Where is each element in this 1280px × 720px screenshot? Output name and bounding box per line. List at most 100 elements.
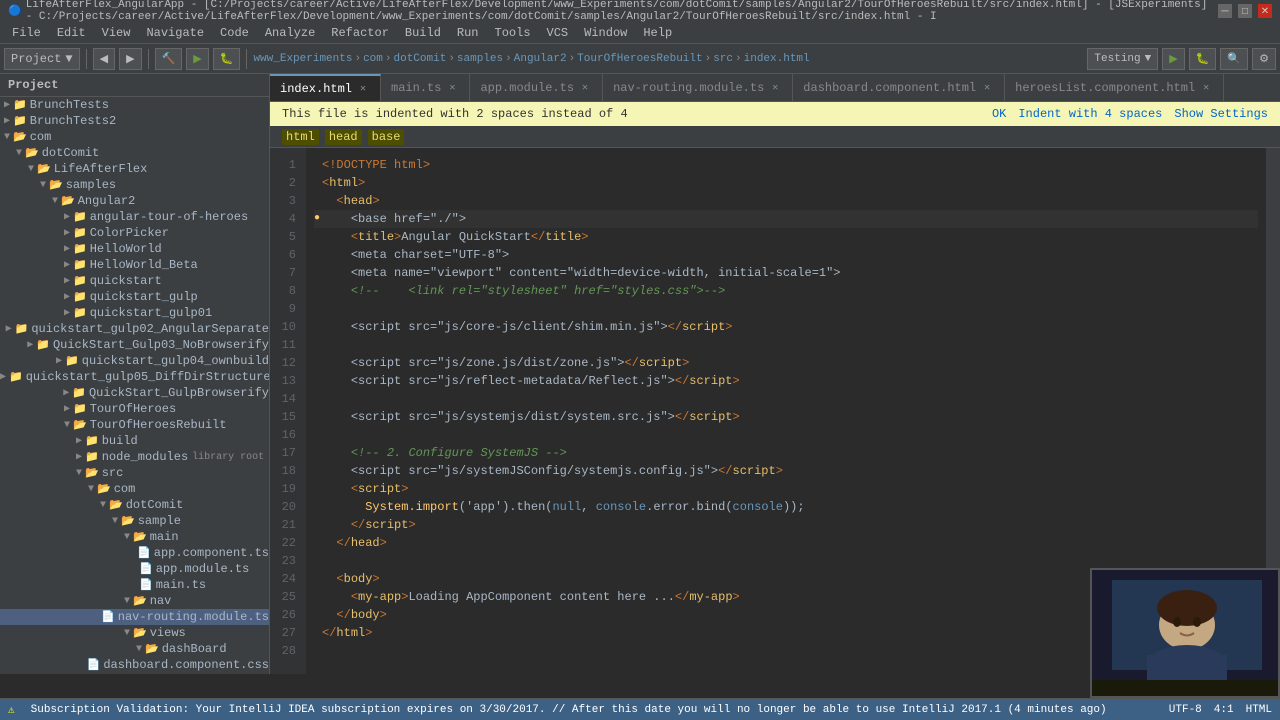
menu-run[interactable]: Run (449, 24, 487, 42)
run-configuration[interactable]: Testing ▼ (1087, 48, 1158, 70)
breadcrumb-base-tag[interactable]: base (368, 129, 405, 145)
build-button[interactable]: 🔨 (155, 48, 183, 70)
tree-item[interactable]: ▼📂com (0, 129, 269, 145)
code-line[interactable]: ● <base href="./"> (314, 210, 1258, 228)
debug-button[interactable]: 🐛 (213, 48, 241, 70)
tree-item[interactable]: ▶📁quickstart_gulp05_DiffDirStructure (0, 369, 269, 385)
breadcrumb-www[interactable]: www_Experiments (253, 53, 352, 65)
code-line[interactable]: <head> (314, 192, 1258, 210)
menu-build[interactable]: Build (397, 24, 449, 42)
tree-item[interactable]: ▼📂views (0, 625, 269, 641)
code-line[interactable]: <script src="js/systemjs/dist/system.src… (314, 408, 1258, 426)
tree-item[interactable]: ▼📂src (0, 465, 269, 481)
close-tab-icon[interactable]: ✕ (1199, 81, 1213, 95)
tree-item[interactable]: ▶📁BrunchTests (0, 97, 269, 113)
tree-item[interactable]: ▶📁HelloWorld (0, 241, 269, 257)
tree-item[interactable]: 📄nav-routing.module.ts (0, 609, 269, 625)
back-button[interactable]: ◀ (93, 48, 115, 70)
tree-item[interactable]: ▼📂TourOfHeroesRebuilt (0, 417, 269, 433)
tree-item[interactable]: ▶📁quickstart_gulp04_ownbuild (0, 353, 269, 369)
tree-item[interactable]: ▼📂Angular2 (0, 193, 269, 209)
tab-index-html[interactable]: index.html ✕ (270, 74, 381, 102)
code-line[interactable]: <script src="js/core-js/client/shim.min.… (314, 318, 1258, 336)
tree-item[interactable]: ▼📂com (0, 481, 269, 497)
breadcrumb-dotcomit[interactable]: dotComit (394, 53, 447, 65)
code-line[interactable]: <html> (314, 174, 1258, 192)
tree-item[interactable]: ▶📁build (0, 433, 269, 449)
run-config-debug-button[interactable]: 🐛 (1189, 48, 1217, 70)
tab-dashboard[interactable]: dashboard.component.html ✕ (793, 74, 1005, 102)
tree-item[interactable]: ▶📁BrunchTests2 (0, 113, 269, 129)
menu-file[interactable]: File (4, 24, 49, 42)
tree-item[interactable]: ▼📂LifeAfterFlex (0, 161, 269, 177)
tree-item[interactable]: 📄dashboard.component.html (0, 673, 269, 674)
tab-main-ts[interactable]: main.ts ✕ (381, 74, 470, 102)
breadcrumb-tour[interactable]: TourOfHeroesRebuilt (577, 53, 702, 65)
forward-button[interactable]: ▶ (119, 48, 141, 70)
menu-analyze[interactable]: Analyze (257, 24, 323, 42)
code-line[interactable]: <!DOCTYPE html> (314, 156, 1258, 174)
menu-vcs[interactable]: VCS (539, 24, 577, 42)
close-tab-icon[interactable]: ✕ (356, 82, 370, 96)
code-line[interactable]: <script src="js/reflect-metadata/Reflect… (314, 372, 1258, 390)
tab-heroes-list[interactable]: heroesList.component.html ✕ (1005, 74, 1224, 102)
close-tab-icon[interactable]: ✕ (445, 81, 459, 95)
tree-item[interactable]: ▼📂main (0, 529, 269, 545)
tree-item[interactable]: ▶📁quickstart_gulp01 (0, 305, 269, 321)
code-line[interactable]: <!-- <link rel="stylesheet" href="styles… (314, 282, 1258, 300)
breadcrumb-angular2[interactable]: Angular2 (514, 53, 567, 65)
tree-item[interactable]: ▼📂samples (0, 177, 269, 193)
menu-tools[interactable]: Tools (487, 24, 539, 42)
tree-item[interactable]: ▶📁quickstart (0, 273, 269, 289)
code-line[interactable]: <!-- 2. Configure SystemJS --> (314, 444, 1258, 462)
code-line[interactable] (314, 390, 1258, 408)
indent-button[interactable]: Indent with 4 spaces (1018, 107, 1162, 121)
menu-code[interactable]: Code (212, 24, 257, 42)
window-controls[interactable]: ─ □ ✕ (1218, 4, 1272, 18)
search-everywhere-button[interactable]: 🔍 (1220, 48, 1248, 70)
tree-item[interactable]: ▼📂nav (0, 593, 269, 609)
breadcrumb-html-tag[interactable]: html (282, 129, 319, 145)
tree-item[interactable]: 📄main.ts (0, 577, 269, 593)
menu-navigate[interactable]: Navigate (138, 24, 212, 42)
tree-item[interactable]: ▶📁QuickStart_Gulp03_NoBrowserify (0, 337, 269, 353)
tab-app-module[interactable]: app.module.ts ✕ (470, 74, 603, 102)
settings-button[interactable]: ⚙ (1252, 48, 1276, 70)
code-line[interactable]: <script src="js/systemJSConfig/systemjs.… (314, 462, 1258, 480)
tree-item[interactable]: ▶📁QuickStart_GulpBrowserify (0, 385, 269, 401)
tree-item[interactable]: ▼📂dotComit (0, 497, 269, 513)
show-settings-button[interactable]: Show Settings (1174, 107, 1268, 121)
maximize-button[interactable]: □ (1238, 4, 1252, 18)
close-tab-icon[interactable]: ✕ (980, 81, 994, 95)
tree-item[interactable]: ▶📁angular-tour-of-heroes (0, 209, 269, 225)
code-line[interactable] (314, 426, 1258, 444)
close-button[interactable]: ✕ (1258, 4, 1272, 18)
close-tab-icon[interactable]: ✕ (768, 81, 782, 95)
menu-view[interactable]: View (94, 24, 139, 42)
breadcrumb-samples[interactable]: samples (457, 53, 503, 65)
code-line[interactable]: System.import('app').then(null, console.… (314, 498, 1258, 516)
breadcrumb-head-tag[interactable]: head (325, 129, 362, 145)
run-config-run-button[interactable]: ▶ (1162, 48, 1184, 70)
breadcrumb-src[interactable]: src (713, 53, 733, 65)
tab-nav-routing[interactable]: nav-routing.module.ts ✕ (603, 74, 793, 102)
tree-item[interactable]: 📄app.component.ts (0, 545, 269, 561)
close-tab-icon[interactable]: ✕ (578, 81, 592, 95)
tree-item[interactable]: ▼📂dotComit (0, 145, 269, 161)
breadcrumb-file[interactable]: index.html (744, 53, 810, 65)
tree-item[interactable]: 📄dashboard.component.css (0, 657, 269, 673)
tree-item[interactable]: ▶📁quickstart_gulp (0, 289, 269, 305)
tree-item[interactable]: 📄app.module.ts (0, 561, 269, 577)
code-line[interactable]: </head> (314, 534, 1258, 552)
code-line[interactable] (314, 336, 1258, 354)
tree-item[interactable]: ▶📁node_modules library root (0, 449, 269, 465)
code-line[interactable]: </script> (314, 516, 1258, 534)
code-line[interactable]: <script src="js/zone.js/dist/zone.js"></… (314, 354, 1258, 372)
breadcrumb-com[interactable]: com (363, 53, 383, 65)
menu-window[interactable]: Window (576, 24, 635, 42)
tree-item[interactable]: ▶📁ColorPicker (0, 225, 269, 241)
code-line[interactable]: <title>Angular QuickStart</title> (314, 228, 1258, 246)
run-button[interactable]: ▶ (186, 48, 208, 70)
tree-item[interactable]: ▼📂sample (0, 513, 269, 529)
minimize-button[interactable]: ─ (1218, 4, 1232, 18)
